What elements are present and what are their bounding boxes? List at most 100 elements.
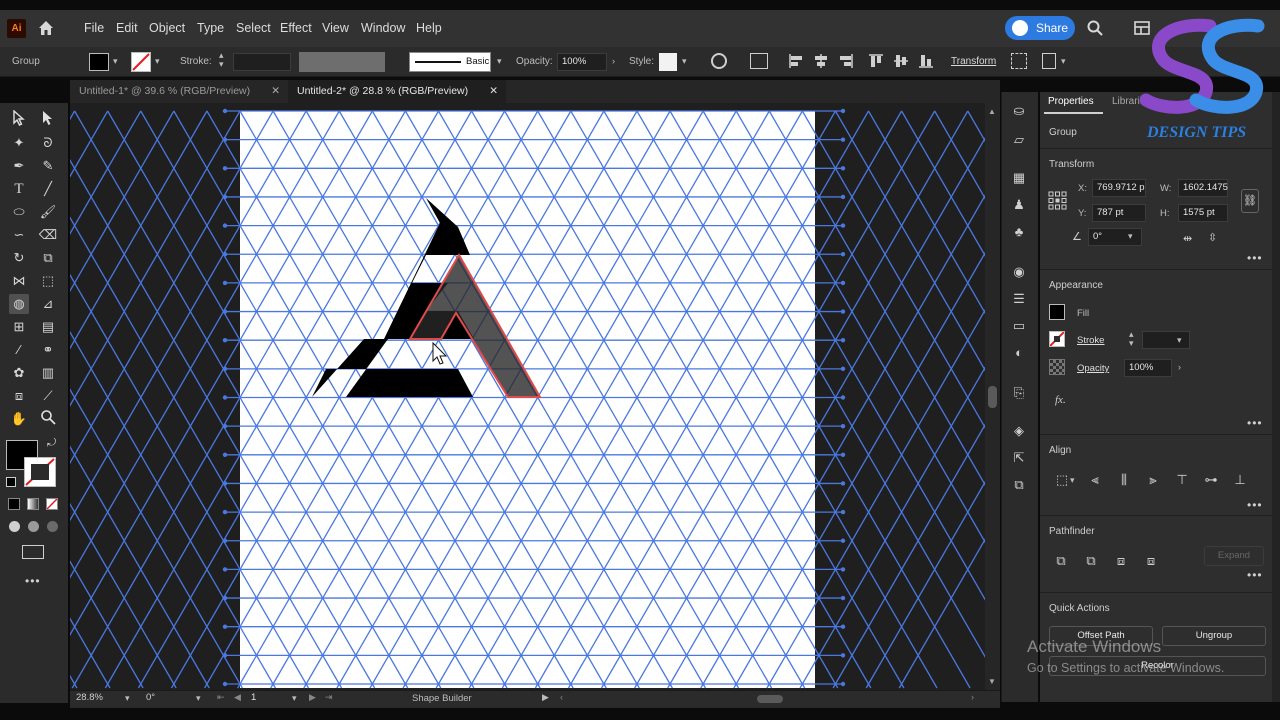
align-hcenter-icon[interactable]: ⫼ bbox=[1115, 471, 1133, 489]
align-to-dropdown-icon[interactable]: ▾ bbox=[1070, 475, 1075, 486]
isolate-icon[interactable] bbox=[1011, 53, 1027, 69]
hand-icon[interactable]: ✋ bbox=[9, 409, 29, 429]
stroke-color-box[interactable] bbox=[24, 457, 56, 487]
menu-view[interactable]: View bbox=[322, 10, 349, 47]
align-hcenter-ctrl-icon[interactable] bbox=[813, 53, 829, 69]
perspective-grid-icon[interactable]: ⊿ bbox=[38, 294, 58, 314]
transform-more-icon[interactable]: ••• bbox=[1247, 251, 1263, 265]
column-graph-icon[interactable]: ▥ bbox=[38, 363, 58, 383]
layers-icon[interactable]: ◈ bbox=[1008, 421, 1030, 441]
rotate-dropdown-icon[interactable]: ▾ bbox=[196, 693, 201, 704]
share-button[interactable]: Share bbox=[1005, 16, 1075, 40]
brush-definition-dropdown[interactable]: Basic bbox=[409, 52, 491, 72]
swap-colors-icon[interactable]: ⤾ bbox=[47, 437, 56, 450]
artboard-first-icon[interactable]: ⇤ bbox=[217, 692, 225, 703]
stroke-dropdown-icon[interactable]: ▾ bbox=[155, 56, 160, 67]
ellipse-icon[interactable]: ⬭ bbox=[9, 202, 29, 222]
opacity-panel-field[interactable]: 100% bbox=[1124, 359, 1172, 377]
flip-horizontal-icon[interactable]: ⇹ bbox=[1183, 232, 1192, 245]
menu-window[interactable]: Window bbox=[361, 10, 405, 47]
fx-button[interactable]: fx. bbox=[1055, 394, 1066, 406]
more-options-icon[interactable] bbox=[1042, 53, 1056, 69]
stroke-weight-panel-field[interactable] bbox=[1142, 331, 1190, 349]
exclude-icon[interactable]: ⧈ bbox=[1142, 552, 1160, 570]
horizontal-scroll-left-icon[interactable]: ‹ bbox=[560, 692, 563, 702]
zoom-dropdown-icon[interactable]: ▾ bbox=[125, 693, 130, 704]
close-icon[interactable]: ✕ bbox=[489, 80, 498, 103]
rotate-icon[interactable]: ↻ bbox=[9, 248, 29, 268]
menu-file[interactable]: File bbox=[84, 10, 104, 47]
symbols-icon[interactable]: ♣ bbox=[1008, 222, 1030, 242]
menu-edit[interactable]: Edit bbox=[116, 10, 138, 47]
cc-libraries-icon[interactable]: ⛀ bbox=[1008, 101, 1030, 121]
reference-point-icon[interactable] bbox=[1048, 191, 1067, 210]
lasso-icon[interactable]: ᘐ bbox=[38, 133, 58, 153]
horizontal-scrollbar[interactable] bbox=[572, 693, 967, 705]
color-icon[interactable]: ◉ bbox=[1008, 262, 1030, 282]
stroke-panel-icon[interactable]: ☰ bbox=[1008, 289, 1030, 309]
artboard-dropdown-icon[interactable]: ▾ bbox=[292, 693, 297, 704]
document-icon[interactable]: ▱ bbox=[1008, 130, 1030, 150]
align-right-ctrl-icon[interactable] bbox=[838, 53, 854, 69]
rotate-view-field[interactable]: 0° bbox=[146, 692, 196, 706]
opacity-panel-arrow-icon[interactable]: › bbox=[1178, 362, 1181, 372]
gradient-mode-icon[interactable] bbox=[27, 498, 39, 510]
stroke-weight-field[interactable] bbox=[233, 53, 291, 71]
shape-builder-icon[interactable]: ◍ bbox=[9, 294, 29, 314]
intersect-icon[interactable]: ⧈ bbox=[1112, 552, 1130, 570]
search-icon[interactable] bbox=[1086, 19, 1104, 37]
eyedropper-icon[interactable]: ⁄ bbox=[9, 340, 29, 360]
align-left-ctrl-icon[interactable] bbox=[788, 53, 804, 69]
paintbrush-icon[interactable]: 🖌 bbox=[38, 202, 58, 222]
fill-swatch[interactable] bbox=[89, 53, 109, 71]
more-options-dropdown-icon[interactable]: ▾ bbox=[1061, 56, 1066, 67]
flip-vertical-icon[interactable]: ⇳ bbox=[1208, 231, 1217, 244]
status-menu-icon[interactable]: ▶ bbox=[542, 692, 549, 703]
minus-front-icon[interactable]: ⧉ bbox=[1082, 552, 1100, 570]
constrain-proportions-icon[interactable]: ⛓ bbox=[1241, 189, 1259, 213]
free-transform-icon[interactable]: ⬚ bbox=[38, 271, 58, 291]
align-bottom-icon[interactable]: ⊥ bbox=[1231, 471, 1249, 489]
home-icon[interactable] bbox=[36, 18, 56, 38]
transform-link[interactable]: Transform bbox=[951, 56, 996, 67]
none-mode-icon[interactable] bbox=[46, 498, 58, 510]
artboard-last-icon[interactable]: ⇥ bbox=[325, 692, 333, 703]
stroke-weight-stepper-icon[interactable]: ▴ ▾ bbox=[1129, 330, 1134, 348]
pathfinder-more-icon[interactable]: ••• bbox=[1247, 568, 1263, 582]
artboard-icon[interactable]: ⧈ bbox=[9, 386, 29, 406]
opacity-arrow-icon[interactable]: › bbox=[612, 56, 615, 66]
ungroup-button[interactable]: Ungroup bbox=[1162, 626, 1266, 646]
tab-untitled-1[interactable]: Untitled-1* @ 39.6 % (RGB/Preview) ✕ bbox=[70, 80, 288, 103]
style-swatch[interactable] bbox=[659, 53, 677, 71]
color-mode-icon[interactable] bbox=[8, 498, 20, 510]
tab-libraries[interactable]: Librari bbox=[1112, 96, 1140, 107]
draw-behind-icon[interactable] bbox=[28, 521, 39, 532]
unite-icon[interactable]: ⧉ bbox=[1052, 552, 1070, 570]
artboards-icon[interactable]: ⧉ bbox=[1008, 475, 1030, 495]
w-field[interactable]: 1602.1475 bbox=[1178, 179, 1228, 197]
x-field[interactable]: 769.9712 p bbox=[1092, 179, 1146, 197]
gradient-panel-icon[interactable]: ▭ bbox=[1008, 316, 1030, 336]
vertical-scrollbar[interactable]: ▲ ▼ bbox=[985, 103, 1000, 690]
brush-dropdown-icon[interactable]: ▾ bbox=[497, 56, 502, 67]
draw-inside-icon[interactable] bbox=[47, 521, 58, 532]
line-segment-icon[interactable]: ╱ bbox=[38, 179, 58, 199]
canvas-area[interactable] bbox=[70, 103, 985, 690]
gradient-icon[interactable]: ▤ bbox=[38, 317, 58, 337]
puppet-icon[interactable]: ♟ bbox=[1008, 195, 1030, 215]
style-dropdown-icon[interactable]: ▾ bbox=[682, 56, 687, 67]
tab-untitled-2[interactable]: Untitled-2* @ 28.8 % (RGB/Preview) ✕ bbox=[288, 80, 506, 103]
align-top-ctrl-icon[interactable] bbox=[868, 53, 884, 69]
rotate-angle-field[interactable]: 0° bbox=[1088, 228, 1142, 246]
align-to-selection-icon[interactable]: ⬚ bbox=[1053, 471, 1071, 489]
artboard-prev-icon[interactable]: ◀ bbox=[234, 692, 241, 703]
y-field[interactable]: 787 pt bbox=[1092, 204, 1146, 222]
selection-tool-icon[interactable] bbox=[9, 109, 29, 130]
brushes-icon[interactable]: ▦ bbox=[1008, 168, 1030, 188]
direct-selection-icon[interactable] bbox=[38, 110, 58, 130]
menu-type[interactable]: Type bbox=[197, 10, 224, 47]
mesh-icon[interactable]: ⊞ bbox=[9, 317, 29, 337]
symbol-sprayer-icon[interactable]: ✿ bbox=[9, 363, 29, 383]
align-left-icon[interactable]: ⫷ bbox=[1086, 471, 1104, 489]
opacity-field[interactable]: 100% bbox=[557, 53, 607, 71]
